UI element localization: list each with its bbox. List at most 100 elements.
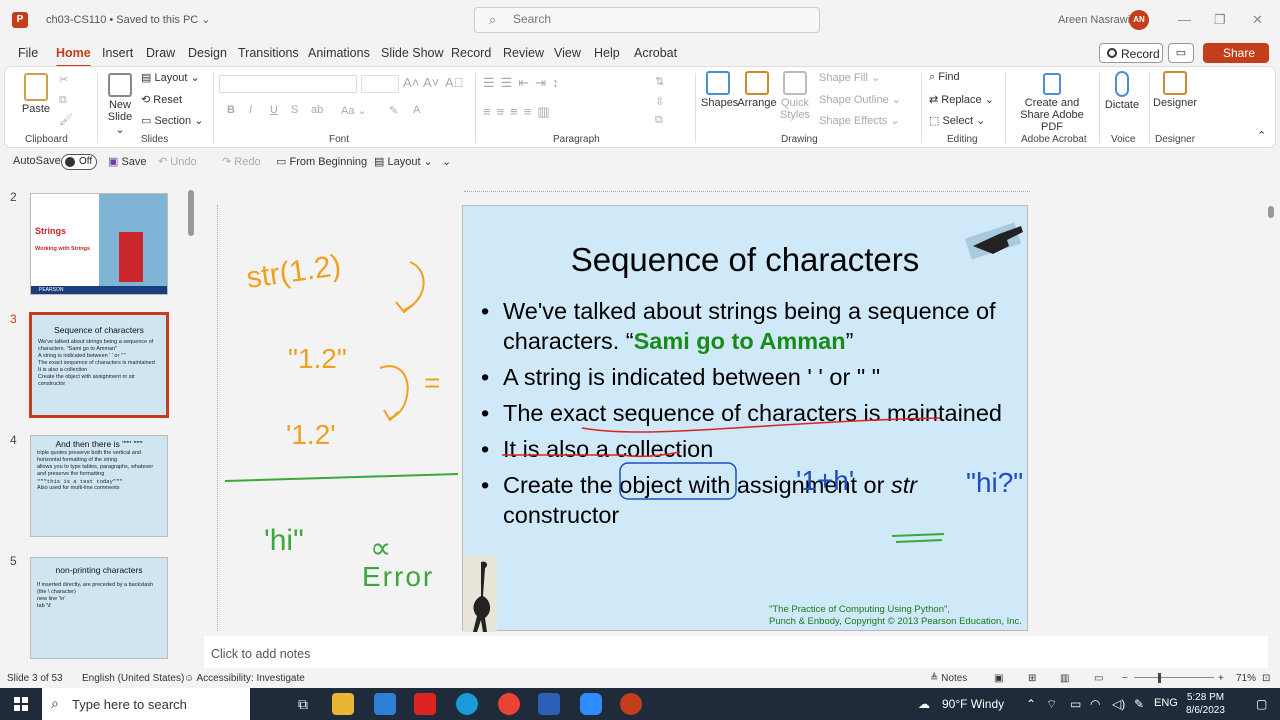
network-icon[interactable]: ⌔: [1046, 697, 1057, 712]
highlight-icon[interactable]: ✎: [389, 104, 398, 117]
from-beginning-button[interactable]: ▭ From Beginning: [276, 155, 367, 168]
designer-button[interactable]: Designer: [1153, 71, 1197, 109]
slide-bullet-list[interactable]: We've talked about strings being a seque…: [481, 296, 1021, 536]
wifi-icon[interactable]: ◠: [1090, 697, 1100, 711]
taskbar-search[interactable]: ⌕ Type here to search: [42, 688, 250, 720]
tab-record[interactable]: Record: [451, 46, 491, 60]
avatar[interactable]: AN: [1129, 10, 1149, 30]
layout-button[interactable]: ▤ Layout ⌄: [141, 71, 200, 84]
tab-transitions[interactable]: Transitions: [238, 46, 299, 60]
document-title[interactable]: ch03-CS110 • Saved to this PC ⌄: [46, 13, 211, 26]
record-button[interactable]: Record: [1099, 43, 1163, 63]
tab-file[interactable]: File: [18, 46, 38, 60]
accessibility-status[interactable]: ☺ Accessibility: Investigate: [184, 673, 305, 684]
shape-outline-button[interactable]: Shape Outline ⌄: [819, 93, 901, 106]
slide-title[interactable]: Sequence of characters: [463, 241, 1027, 279]
tab-acrobat[interactable]: Acrobat: [634, 46, 677, 60]
fit-slide-icon[interactable]: ⊡: [1262, 673, 1270, 684]
battery-icon[interactable]: ▭: [1070, 697, 1081, 711]
search-box[interactable]: ⌕: [474, 7, 820, 33]
shapes-button[interactable]: Shapes: [701, 71, 738, 109]
select-button[interactable]: ⬚ Select ⌄: [929, 114, 985, 127]
notifications-icon[interactable]: ▢: [1256, 697, 1267, 711]
zoom-slider-thumb[interactable]: [1158, 673, 1161, 683]
slide-thumbnail-4[interactable]: And then there is """ """ triple quotes …: [30, 435, 168, 537]
clock[interactable]: 5:28 PM 8/6/2023: [1186, 691, 1225, 717]
powerpoint-taskbar-icon[interactable]: [620, 693, 642, 715]
section-button[interactable]: ▭ Section ⌄: [141, 114, 203, 127]
dictate-button[interactable]: Dictate: [1103, 71, 1141, 111]
thumbnail-scrollbar[interactable]: [188, 190, 194, 236]
font-name-select[interactable]: [219, 75, 357, 93]
tab-view[interactable]: View: [554, 46, 581, 60]
redo-button[interactable]: ↷ Redo: [222, 155, 261, 168]
cut-icon[interactable]: ✂: [59, 73, 68, 86]
notes-toggle-button[interactable]: ≜ Notes: [930, 673, 967, 684]
tab-review[interactable]: Review: [503, 46, 544, 60]
copy-icon[interactable]: ⧉: [59, 94, 67, 107]
mail-icon[interactable]: [374, 693, 396, 715]
comments-button[interactable]: ▭: [1168, 43, 1194, 63]
customize-qat-icon[interactable]: ⌄: [442, 155, 451, 168]
increase-font-icon[interactable]: A˄: [403, 75, 419, 90]
clear-formatting-icon[interactable]: A⃠: [445, 75, 463, 90]
slide-thumbnail-5[interactable]: non-printing characters If inserted dire…: [30, 557, 168, 659]
layout-qat-button[interactable]: ▤ Layout ⌄: [374, 155, 433, 168]
collapse-ribbon-icon[interactable]: ⌃: [1257, 129, 1266, 142]
shape-fill-button[interactable]: Shape Fill ⌄: [819, 71, 880, 84]
align-text-icon[interactable]: ⇳: [655, 95, 664, 108]
tab-draw[interactable]: Draw: [146, 46, 175, 60]
alignment-buttons[interactable]: ≡≡≡≡▥: [483, 104, 556, 120]
slideshow-view-icon[interactable]: ▭: [1094, 673, 1103, 684]
zoom-out-icon[interactable]: −: [1122, 673, 1128, 684]
minimize-icon[interactable]: —: [1178, 12, 1191, 27]
decrease-font-icon[interactable]: A˅: [423, 75, 439, 90]
zoom-in-icon[interactable]: +: [1218, 673, 1224, 684]
tray-chevron-icon[interactable]: ⌃: [1026, 697, 1036, 711]
weather-icon[interactable]: ☁: [918, 697, 930, 711]
restore-icon[interactable]: ❐: [1214, 12, 1226, 28]
tab-animations[interactable]: Animations: [308, 46, 370, 60]
file-explorer-icon[interactable]: [332, 693, 354, 715]
character-spacing-button[interactable]: ab: [311, 104, 323, 116]
normal-view-icon[interactable]: ▣: [994, 673, 1003, 684]
reset-button[interactable]: ⟲ Reset: [141, 93, 182, 106]
arrange-button[interactable]: Arrange: [737, 71, 777, 109]
create-share-pdf-button[interactable]: Create and Share Adobe PDF: [1009, 73, 1095, 133]
volume-icon[interactable]: ◁): [1112, 697, 1125, 711]
acrobat-icon[interactable]: [414, 693, 436, 715]
underline-button[interactable]: U: [270, 104, 278, 116]
editor-scrollbar-thumb[interactable]: [1268, 206, 1274, 218]
share-button[interactable]: Share: [1203, 43, 1269, 63]
language-indicator[interactable]: ENG: [1154, 697, 1178, 709]
language-status[interactable]: English (United States): [82, 673, 184, 684]
search-input[interactable]: [513, 12, 803, 26]
save-button[interactable]: ▣ Save: [108, 155, 147, 168]
notes-pane[interactable]: Click to add notes: [204, 636, 1268, 668]
current-slide[interactable]: Sequence of characters We've talked abou…: [462, 205, 1028, 632]
zoom-slider[interactable]: [1134, 677, 1214, 678]
zoom-level[interactable]: 71%: [1236, 673, 1256, 684]
weather-status[interactable]: 90°F Windy: [942, 697, 1004, 711]
strikethrough-button[interactable]: S: [291, 104, 298, 116]
slide-thumbnail-2[interactable]: Strings Working with Strings PEARSON: [30, 193, 168, 295]
slide-thumbnail-3[interactable]: Sequence of characters We've talked abou…: [29, 312, 169, 418]
autosave-toggle[interactable]: Off: [61, 154, 97, 170]
zoom-app-icon[interactable]: [580, 693, 602, 715]
text-direction-icon[interactable]: ⇅: [655, 75, 664, 88]
close-icon[interactable]: ✕: [1252, 12, 1263, 28]
word-icon[interactable]: [538, 693, 560, 715]
list-buttons[interactable]: ☰☰⇤⇥↕: [483, 75, 565, 91]
replace-button[interactable]: ⇄ Replace ⌄: [929, 93, 994, 106]
change-case-button[interactable]: Aa ⌄: [341, 104, 367, 117]
find-button[interactable]: ⌕ Find: [929, 71, 960, 84]
windows-start-icon[interactable]: [14, 697, 28, 711]
pen-icon[interactable]: ✎: [1134, 697, 1144, 711]
new-slide-button[interactable]: New Slide ⌄: [103, 73, 137, 136]
quick-styles-button[interactable]: Quick Styles: [777, 71, 813, 121]
reading-view-icon[interactable]: ▥: [1060, 673, 1069, 684]
italic-button[interactable]: I: [249, 104, 252, 116]
tab-design[interactable]: Design: [188, 46, 227, 60]
tab-help[interactable]: Help: [594, 46, 620, 60]
paste-button[interactable]: Paste: [19, 73, 53, 115]
